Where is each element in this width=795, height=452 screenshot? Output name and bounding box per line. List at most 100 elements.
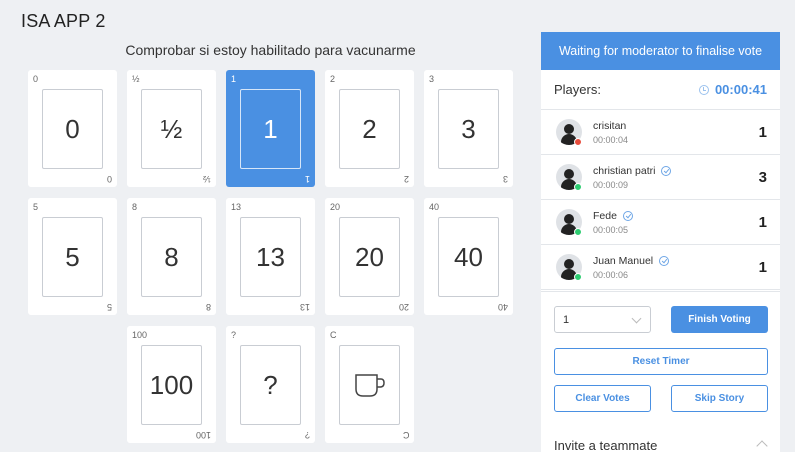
timer: 00:00:41 [698, 82, 767, 97]
card-corner-label-inverted: 20 [398, 302, 409, 312]
panel-header: Waiting for moderator to finalise vote [541, 32, 780, 70]
card-corner-label: 100 [132, 330, 148, 340]
card-corner-label: 13 [231, 202, 242, 212]
card-face: 1 [240, 89, 301, 169]
card-face: 0 [42, 89, 103, 169]
card-8[interactable]: 8 8 8 [127, 198, 216, 315]
card-corner-label-inverted: ? [304, 430, 310, 440]
card-value: 100 [149, 369, 194, 400]
card-face: 8 [141, 217, 202, 297]
card-3[interactable]: 3 3 3 [424, 70, 513, 187]
card-value: ? [263, 369, 278, 400]
card-20[interactable]: 20 20 20 [325, 198, 414, 315]
card-value: 5 [65, 241, 80, 272]
card-corner-label: 0 [33, 74, 39, 84]
player-row: christian patri 00:00:09 3 [541, 155, 780, 200]
finish-voting-button[interactable]: Finish Voting [671, 306, 768, 333]
card-corner-label-inverted: 100 [195, 430, 211, 440]
player-name: Juan Manuel [593, 254, 654, 267]
card-corner-label: 2 [330, 74, 336, 84]
player-time: 00:00:09 [593, 179, 629, 190]
card-corner-label-inverted: 40 [497, 302, 508, 312]
card-face: 5 [42, 217, 103, 297]
chevron-down-icon [631, 313, 642, 324]
moderator-controls: 1 Finish Voting Reset Timer Clear Votes … [541, 291, 780, 452]
timer-value: 00:00:41 [714, 82, 767, 97]
player-time: 00:00:06 [593, 269, 629, 280]
player-row: Fede 00:00:05 1 [541, 200, 780, 245]
status-dot [574, 138, 582, 146]
card-?[interactable]: ??? [226, 326, 315, 443]
card-corner-label-inverted: 5 [106, 302, 112, 312]
card-corner-label: 1 [231, 74, 237, 84]
card-coffee[interactable]: CC [325, 326, 414, 443]
card-13[interactable]: 13 13 13 [226, 198, 315, 315]
invite-teammate-label[interactable]: Invite a teammate [554, 438, 657, 452]
card-face: 3 [438, 89, 499, 169]
card-corner-label-inverted: 13 [299, 302, 310, 312]
player-row: crisitan 00:00:04 1 [541, 110, 780, 155]
player-info: Fede 00:00:05 [593, 210, 759, 235]
verified-check-icon [659, 255, 670, 266]
card-0[interactable]: 0 0 0 [28, 70, 117, 187]
card-100[interactable]: 100 100 100 [127, 326, 216, 443]
reset-timer-button[interactable]: Reset Timer [554, 348, 768, 375]
card-corner-label: 5 [33, 202, 39, 212]
status-dot [574, 183, 582, 191]
voting-panel: Waiting for moderator to finalise vote P… [541, 32, 780, 452]
clear-votes-button[interactable]: Clear Votes [554, 385, 651, 412]
card-face: ½ [141, 89, 202, 169]
card-corner-label-inverted: ½ [203, 174, 211, 184]
story-title: Comprobar si estoy habilitado para vacun… [125, 42, 416, 58]
player-info: crisitan 00:00:04 [593, 120, 759, 145]
card-corner-label: C [330, 330, 337, 340]
card-value: 8 [164, 241, 179, 272]
player-vote: 1 [758, 213, 767, 231]
player-name: crisitan [593, 119, 627, 132]
card-corner-label: ? [231, 330, 237, 340]
card-corner-label: 8 [132, 202, 138, 212]
player-time: 00:00:04 [593, 134, 629, 145]
skip-story-button[interactable]: Skip Story [671, 385, 768, 412]
card-40[interactable]: 40 40 40 [424, 198, 513, 315]
status-dot [574, 228, 582, 236]
card-corner-label-inverted: C [402, 430, 410, 440]
card-value: 20 [355, 241, 384, 272]
player-row: Juan Manuel 00:00:06 1 [541, 245, 780, 290]
card-1[interactable]: 1 1 1 [226, 70, 315, 187]
final-vote-select[interactable]: 1 [554, 306, 651, 333]
card-5[interactable]: 5 5 5 [28, 198, 117, 315]
card-face: ? [240, 345, 301, 425]
card-2[interactable]: 2 2 2 [325, 70, 414, 187]
card-corner-label: 20 [330, 202, 341, 212]
card-value: 1 [263, 113, 278, 144]
card-corner-label-inverted: 3 [502, 174, 508, 184]
final-vote-value: 1 [563, 313, 570, 326]
card-corner-label-inverted: 8 [205, 302, 211, 312]
verified-check-icon [661, 165, 672, 176]
chevron-up-icon[interactable] [756, 440, 768, 452]
card-corner-label-inverted: 2 [403, 174, 409, 184]
card-½[interactable]: ½ ½ ½ [127, 70, 216, 187]
card-corner-label-inverted: 0 [106, 174, 112, 184]
card-corner-label-inverted: 1 [304, 174, 310, 184]
card-corner-label: 40 [429, 202, 440, 212]
verified-check-icon [622, 210, 633, 221]
player-name: christian patri [593, 164, 656, 177]
card-value: ½ [160, 113, 183, 144]
players-label: Players: [554, 82, 601, 97]
player-info: Juan Manuel 00:00:06 [593, 255, 759, 280]
card-value: 2 [362, 113, 377, 144]
app-title: ISA APP 2 [21, 11, 106, 31]
card-face: 40 [438, 217, 499, 297]
card-face: 13 [240, 217, 301, 297]
player-time: 00:00:05 [593, 224, 629, 235]
status-dot [574, 273, 582, 281]
player-info: christian patri 00:00:09 [593, 165, 759, 190]
card-face: 100 [141, 345, 202, 425]
coffee-cup-icon [354, 374, 385, 397]
player-vote: 1 [758, 258, 767, 276]
card-value: 40 [454, 241, 483, 272]
card-face [339, 345, 400, 425]
clock-icon [698, 84, 709, 95]
